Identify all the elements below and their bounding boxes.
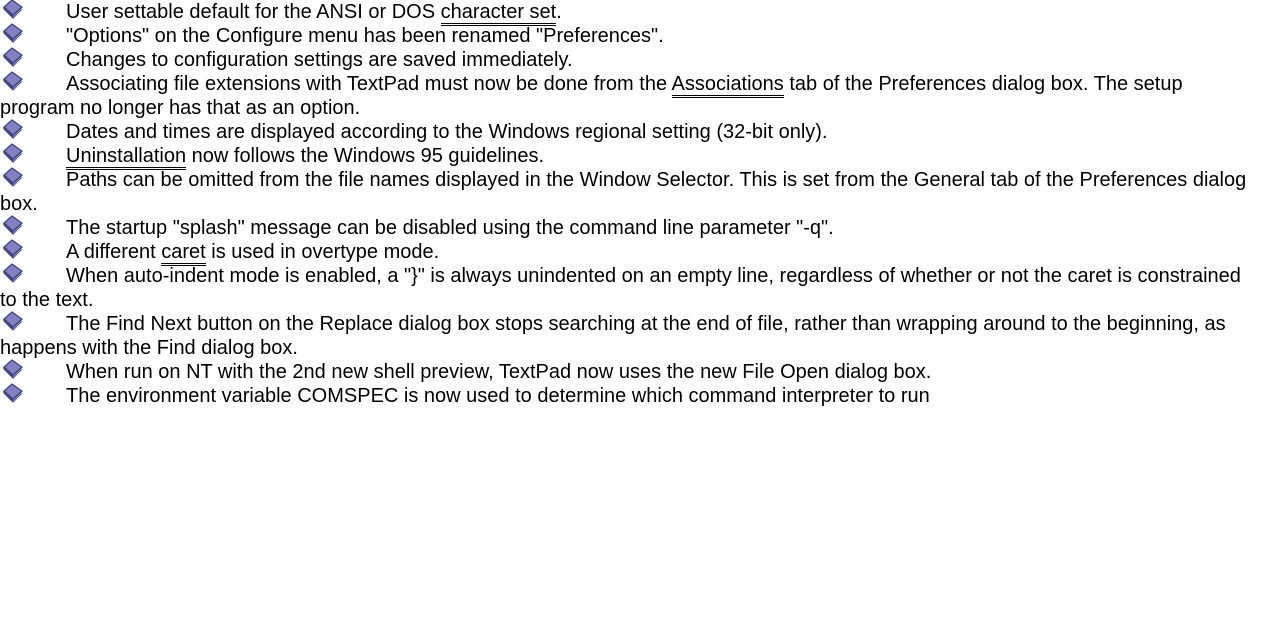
item-text: Dates and times are displayed according … xyxy=(66,121,828,143)
item-text: The startup "splash" message can be disa… xyxy=(66,217,834,239)
list-item: When run on NT with the 2nd new shell pr… xyxy=(0,359,1270,384)
item-text: A different xyxy=(66,241,162,263)
list-item: Changes to configuration settings are sa… xyxy=(0,47,1270,72)
list-item: The environment variable COMSPEC is now … xyxy=(0,383,1270,408)
item-text: When auto-indent mode is enabled, a "}" … xyxy=(0,265,1241,311)
list-item: User settable default for the ANSI or DO… xyxy=(0,0,1270,26)
item-text: now follows the Windows 95 guidelines. xyxy=(186,145,545,167)
hyperlink-caret[interactable]: caret xyxy=(161,241,206,266)
item-text: . xyxy=(556,1,562,23)
item-text: Paths can be omitted from the file names… xyxy=(0,169,1247,215)
list-item: Paths can be omitted from the file names… xyxy=(0,167,1270,216)
list-item: Dates and times are displayed according … xyxy=(0,119,1270,144)
hyperlink-character-set[interactable]: character set xyxy=(440,1,557,26)
item-text: "Options" on the Configure menu has been… xyxy=(66,25,664,47)
book-icon xyxy=(3,47,23,67)
book-icon xyxy=(3,383,23,403)
list-item: A different caret is used in overtype mo… xyxy=(0,239,1270,266)
book-icon xyxy=(3,215,23,235)
document-page: User settable default for the ANSI or DO… xyxy=(0,0,1270,644)
item-text: User settable default for the ANSI or DO… xyxy=(66,1,441,23)
item-text: When run on NT with the 2nd new shell pr… xyxy=(66,361,932,383)
list-item: The Find Next button on the Replace dial… xyxy=(0,311,1270,360)
book-icon xyxy=(3,359,23,379)
hyperlink-associations[interactable]: Associations xyxy=(671,73,784,98)
item-text: The Find Next button on the Replace dial… xyxy=(0,313,1226,359)
item-text: The environment variable COMSPEC is now … xyxy=(66,385,930,407)
list-item: The startup "splash" message can be disa… xyxy=(0,215,1270,240)
book-icon xyxy=(3,71,23,91)
book-icon xyxy=(3,0,23,19)
item-text: is used in overtype mode. xyxy=(205,241,440,263)
book-icon xyxy=(3,167,23,187)
list-item: When auto-indent mode is enabled, a "}" … xyxy=(0,263,1270,312)
book-icon xyxy=(3,239,23,259)
book-icon xyxy=(3,263,23,283)
list-item: "Options" on the Configure menu has been… xyxy=(0,23,1270,48)
book-icon xyxy=(3,119,23,139)
item-text: Changes to configuration settings are sa… xyxy=(66,49,573,71)
list-item: Uninstallation now follows the Windows 9… xyxy=(0,143,1270,170)
item-text: Associating file extensions with TextPad… xyxy=(66,73,672,95)
book-icon xyxy=(3,23,23,43)
book-icon xyxy=(3,311,23,331)
hyperlink-uninstallation[interactable]: Uninstallation xyxy=(66,145,187,170)
book-icon xyxy=(3,143,23,163)
list-item: Associating file extensions with TextPad… xyxy=(0,71,1270,120)
